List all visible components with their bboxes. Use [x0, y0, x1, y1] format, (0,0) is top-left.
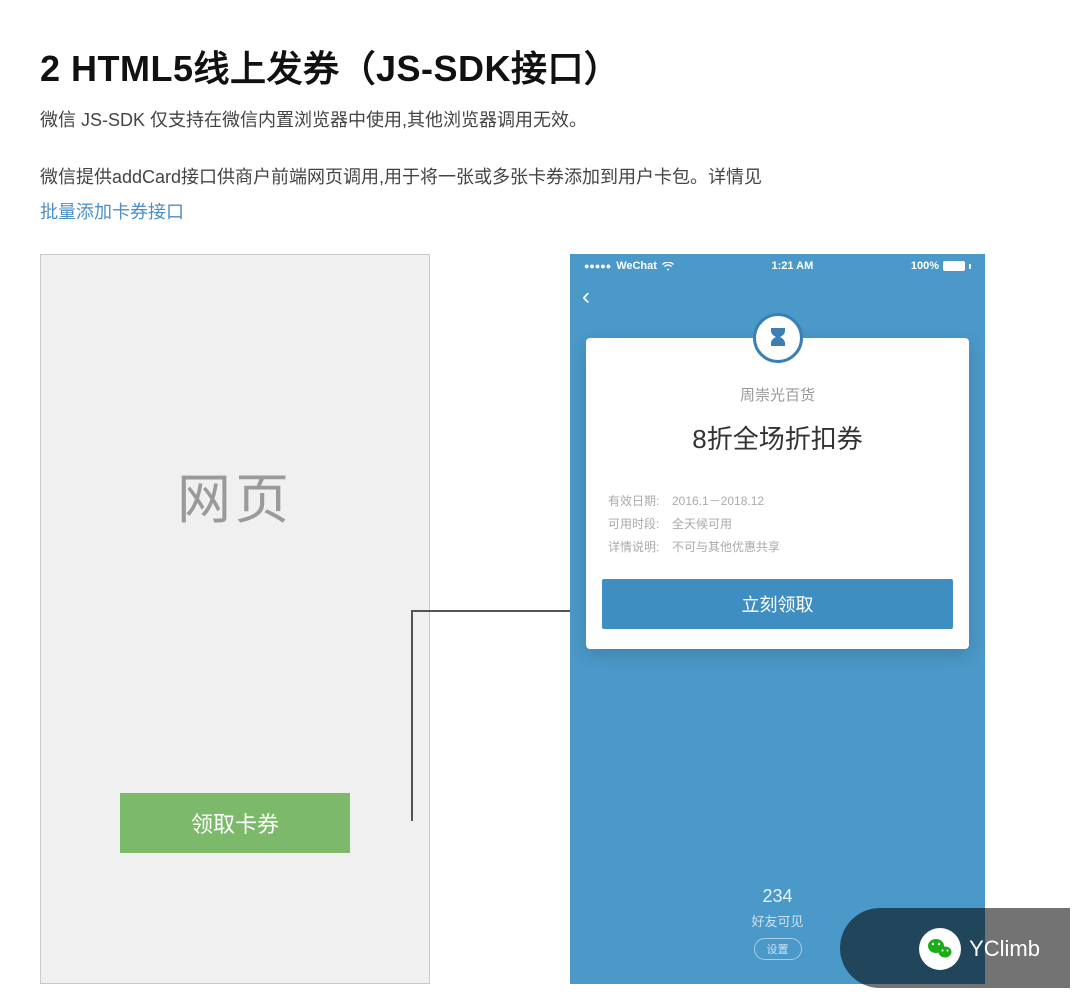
detail-label: 详情说明:: [608, 536, 662, 559]
detail-value: 全天候可用: [672, 513, 732, 536]
merchant-badge: [753, 313, 803, 363]
status-time: 1:21 AM: [772, 260, 814, 272]
detail-label: 有效日期:: [608, 490, 662, 513]
diagram-container: 网页 领取卡券 ●●●●● WeChat 1:21 AM 100% ‹: [40, 254, 1040, 994]
hourglass-icon: [766, 326, 790, 350]
detail-value: 2016.1－2018.12: [672, 490, 764, 513]
battery-cap-icon: [969, 264, 971, 269]
wechat-logo-icon: [919, 928, 961, 970]
detail-row: 详情说明: 不可与其他优惠共享: [608, 536, 947, 559]
bottom-count: 234: [570, 886, 985, 907]
detail-row: 可用时段: 全天候可用: [608, 513, 947, 536]
claim-now-button[interactable]: 立刻领取: [602, 579, 953, 629]
nav-bar: ‹: [570, 278, 985, 316]
settings-pill[interactable]: 设置: [754, 938, 802, 960]
wifi-icon: [662, 262, 674, 271]
intro-paragraph-2: 微信提供addCard接口供商户前端网页调用,用于将一张或多张卡券添加到用户卡包…: [40, 163, 1040, 227]
section-heading: 2 HTML5线上发券（JS-SDK接口）: [40, 40, 1040, 92]
coupon-card: 周崇光百货 8折全场折扣券 有效日期: 2016.1－2018.12 可用时段:…: [586, 338, 969, 648]
back-chevron-icon[interactable]: ‹: [582, 285, 590, 309]
watermark-text: YClimb: [969, 936, 1040, 962]
detail-label: 可用时段:: [608, 513, 662, 536]
webpage-label: 网页: [177, 455, 293, 534]
battery-icon: [943, 261, 965, 271]
batch-add-card-link[interactable]: 批量添加卡券接口: [40, 198, 184, 227]
carrier-label: WeChat: [616, 260, 657, 272]
battery-percent: 100%: [911, 260, 939, 272]
signal-dots-icon: ●●●●●: [584, 261, 611, 271]
webpage-mock: 网页 领取卡券: [40, 254, 430, 984]
merchant-name: 周崇光百货: [586, 384, 969, 405]
intro-text: 微信提供addCard接口供商户前端网页调用,用于将一张或多张卡券添加到用户卡包…: [40, 167, 762, 187]
watermark: YClimb: [919, 928, 1040, 970]
intro-paragraph-1: 微信 JS-SDK 仅支持在微信内置浏览器中使用,其他浏览器调用无效。: [40, 106, 1040, 135]
get-coupon-button[interactable]: 领取卡券: [120, 793, 350, 853]
coupon-title: 8折全场折扣券: [586, 419, 969, 456]
detail-value: 不可与其他优惠共享: [672, 536, 780, 559]
detail-row: 有效日期: 2016.1－2018.12: [608, 490, 947, 513]
status-bar: ●●●●● WeChat 1:21 AM 100%: [570, 254, 985, 278]
coupon-details: 有效日期: 2016.1－2018.12 可用时段: 全天候可用 详情说明: 不…: [586, 490, 969, 558]
phone-mock: ●●●●● WeChat 1:21 AM 100% ‹ 周崇光百货 8折: [570, 254, 985, 984]
